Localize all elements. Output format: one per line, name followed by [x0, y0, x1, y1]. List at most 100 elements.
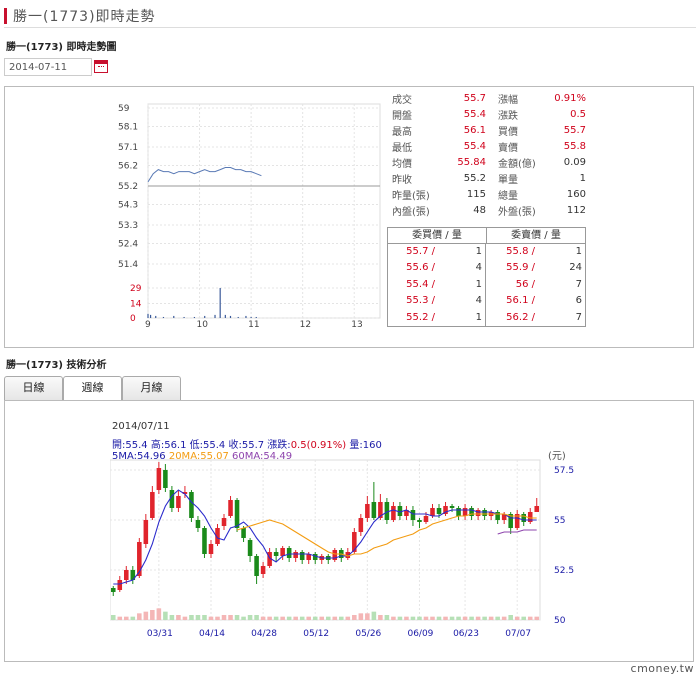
kline-y-tick: 50 — [554, 616, 566, 626]
date-input[interactable] — [4, 58, 92, 76]
kline-volume-bar — [306, 616, 311, 620]
kline-info-part: 55.7 — [241, 440, 265, 451]
page-title: 勝一(1773)即時走勢 — [13, 8, 156, 25]
intraday-volume-bar — [162, 316, 165, 318]
quote-v1: 48 — [473, 204, 486, 216]
kline-x-tick: 06/23 — [453, 629, 479, 639]
kline-candle — [241, 528, 246, 538]
kline-candle — [410, 510, 416, 520]
calendar-icon[interactable] — [94, 60, 108, 73]
intraday-x-tick: 10 — [197, 320, 209, 330]
kline-volume-bar — [150, 610, 155, 620]
kline-volume-bar — [404, 616, 409, 620]
quote-row: 昨量(張) 115 總量 160 — [392, 186, 592, 202]
intraday-volume-bar — [219, 288, 221, 318]
quote-l2: 漲跌 — [498, 110, 518, 122]
kline-candle — [280, 548, 285, 556]
kline-volume-bar — [299, 616, 305, 620]
order-sv: 7 — [575, 311, 582, 323]
quote-v2: 0.91% — [554, 92, 586, 104]
tab-monthly[interactable]: 月線 — [122, 376, 181, 400]
kline-y-tick: 55 — [554, 516, 565, 526]
quote-v1: 115 — [466, 188, 486, 200]
intraday-volume-bar — [147, 313, 149, 318]
kline-volume-bar — [221, 615, 227, 620]
kline-candle — [456, 508, 461, 516]
kline-volume-bar — [312, 616, 318, 620]
kline-volume-bar — [325, 616, 331, 620]
tab-weekly[interactable]: 週線 — [63, 376, 122, 401]
kline-volume-bar — [339, 616, 344, 620]
intraday-volume-bar — [149, 314, 152, 318]
kline-candle — [482, 510, 487, 516]
kline-volume-bar — [514, 616, 520, 620]
kline-candle — [202, 528, 207, 554]
kline-volume-bar — [345, 616, 351, 620]
quote-table: 成交 55.7 漲幅 0.91% 開盤 55.4 漲跌 0.5 最高 56.1 買價 55.7 最低 55… — [392, 90, 592, 218]
kline-info-part: 160 — [362, 440, 382, 451]
order-bp: 55.7 / — [406, 246, 435, 257]
quote-l2: 賣價 — [498, 142, 518, 154]
tab-daily[interactable]: 日線 — [4, 376, 63, 400]
quote-l2: 單量 — [498, 174, 518, 186]
order-sv: 6 — [575, 295, 582, 307]
kline-volume-bar — [117, 616, 123, 620]
kline-volume-bar — [508, 615, 513, 620]
intraday-price-tick: 58.1 — [118, 122, 138, 132]
quote-v2: 0.5 — [570, 108, 586, 120]
quote-l2: 金額(億) — [498, 158, 536, 170]
intraday-volume-bar — [204, 315, 206, 318]
kline-date: 2014/07/11 — [112, 421, 170, 432]
kline-candle — [371, 502, 377, 518]
kline-volume-bar — [391, 616, 396, 620]
order-row: 55.3 /4 56.1 / 6 — [388, 293, 585, 310]
footer-brand: cmoney.tw — [630, 662, 694, 675]
kline-volume-bar — [488, 616, 494, 620]
kline-volume-bar — [521, 616, 526, 620]
quote-l1: 均價 — [392, 158, 412, 170]
order-bp: 55.6 / — [406, 262, 435, 274]
intraday-x-tick: 11 — [248, 320, 259, 330]
kline-volume-bar — [202, 615, 207, 620]
order-sv: 1 — [575, 246, 582, 257]
kline-volume-bar — [163, 611, 168, 620]
intraday-volume-bar — [255, 316, 257, 318]
order-rows: 55.7 /1 55.8 /1 55.6 /4 55.9 /24 55.4 /1 56 /… — [388, 244, 585, 326]
kline-volume-bar — [195, 615, 201, 620]
kline-candle — [228, 500, 233, 516]
kline-volume-bar — [254, 615, 259, 620]
kline-volume-bar — [267, 616, 272, 620]
quote-v1: 56.1 — [463, 124, 486, 136]
kline-volume-bar — [130, 616, 136, 620]
order-book: 委買價 / 量 委賣價 / 量 55.7 /1 55.8 /1 55.6 /4 55.… — [387, 227, 586, 327]
kline-candle — [234, 500, 240, 528]
kline-candle — [521, 514, 526, 522]
quote-row: 均價 55.84 金額(億) 0.09 — [392, 154, 592, 170]
kline-volume-bar — [234, 615, 240, 620]
intraday-volume-bar — [155, 315, 157, 318]
quote-v1: 55.7 — [463, 92, 486, 104]
quote-l1: 內盤(張) — [392, 206, 430, 218]
tech-section-title: 勝一(1773) 技術分析 — [6, 360, 107, 371]
quote-row: 最低 55.4 賣價 55.8 — [392, 138, 592, 154]
kline-volume-bar — [371, 611, 377, 620]
kline-volume-bar — [501, 616, 507, 620]
kline-info-part: 0.5(0.91%) — [290, 440, 347, 451]
kline-candle — [273, 552, 279, 556]
intraday-chart: 59 58.1 57.1 56.2 55.2 54.3 53.3 52.4 51.4 29 14 09… — [118, 103, 381, 330]
kline-x-tick: 04/14 — [199, 629, 225, 639]
kline-candle — [189, 492, 194, 518]
order-sp: 56.1 / — [506, 295, 535, 307]
kline-volume-bar — [397, 616, 403, 620]
intraday-vol-tick: 29 — [130, 284, 142, 294]
kline-candle — [195, 520, 201, 528]
kline-volume-bar — [110, 615, 116, 620]
kline-volume-bar — [293, 616, 298, 620]
quote-v2: 55.7 — [563, 124, 586, 136]
kline-info-part: 55.4 — [125, 440, 148, 451]
kline-volume-bar — [436, 616, 442, 620]
intraday-vol-tick: 0 — [130, 314, 136, 324]
kline-candle — [534, 506, 540, 512]
intraday-price-tick: 56.2 — [118, 161, 138, 171]
quote-row: 成交 55.7 漲幅 0.91% — [392, 90, 592, 106]
